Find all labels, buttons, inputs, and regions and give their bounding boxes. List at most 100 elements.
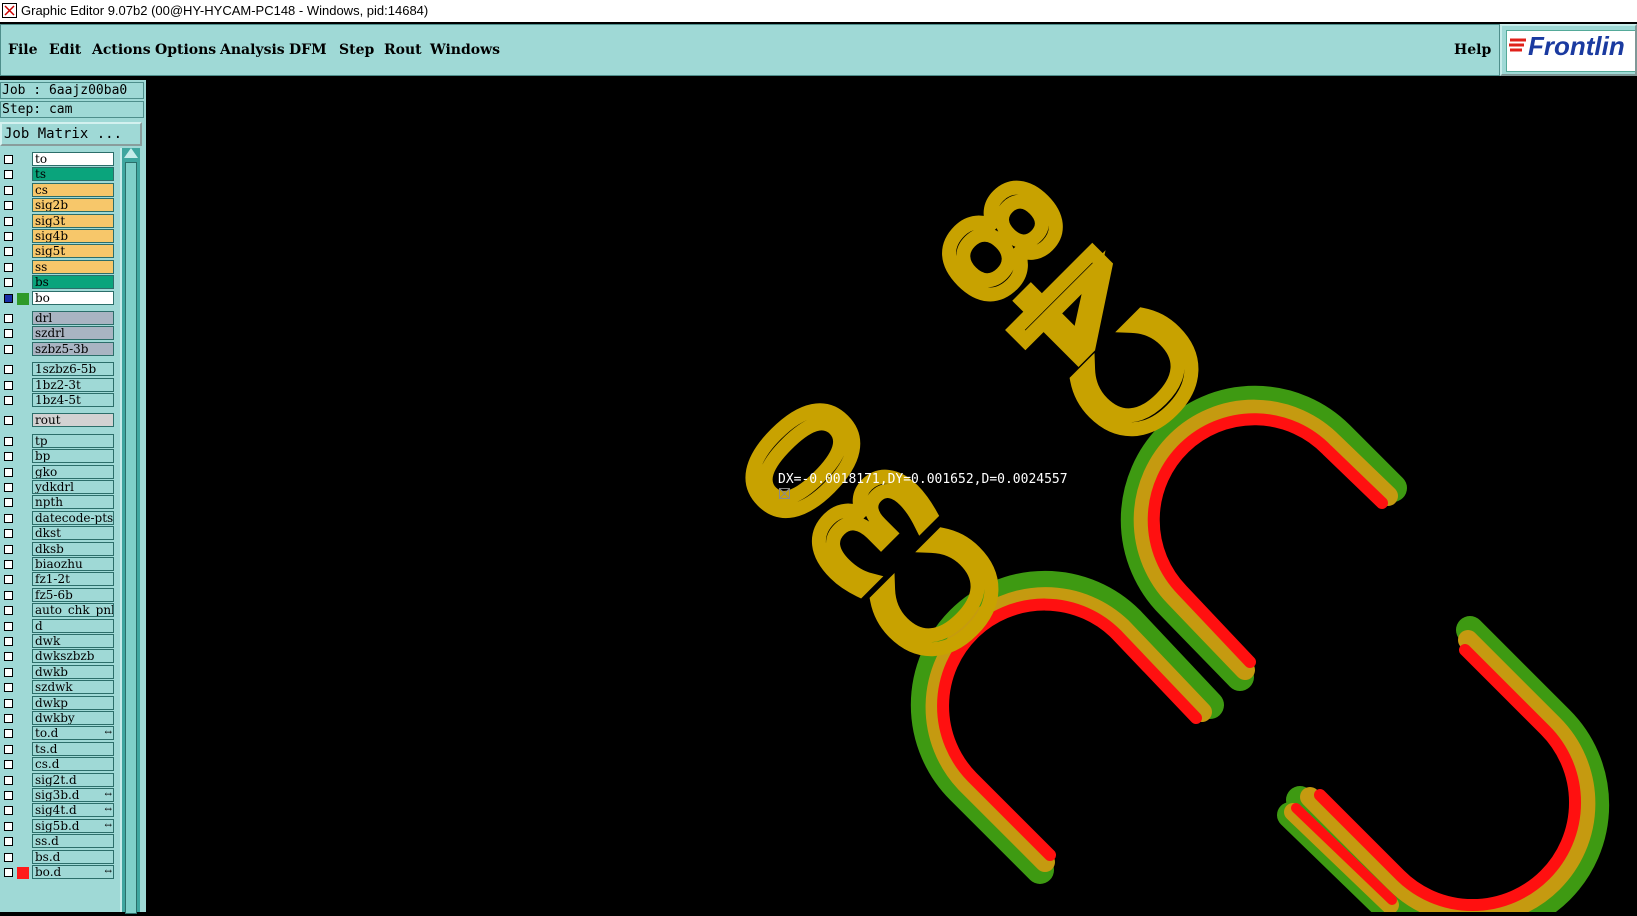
layer-row[interactable]: dkst bbox=[0, 526, 118, 541]
layer-checkbox[interactable] bbox=[4, 380, 13, 390]
layer-checkbox[interactable] bbox=[4, 513, 13, 523]
layer-row[interactable]: auto_chk_pnl bbox=[0, 603, 118, 618]
layer-name[interactable]: auto_chk_pnl bbox=[32, 603, 114, 618]
layer-checkbox[interactable] bbox=[4, 232, 13, 241]
layer-name[interactable]: drl bbox=[32, 311, 114, 325]
layer-checkbox[interactable] bbox=[4, 760, 13, 770]
layer-row[interactable]: szdrl bbox=[0, 326, 118, 341]
layer-checkbox[interactable] bbox=[4, 852, 13, 862]
layer-checkbox[interactable] bbox=[4, 837, 13, 847]
layer-row[interactable]: tp bbox=[0, 433, 118, 449]
layer-name[interactable]: bs.d bbox=[32, 849, 114, 864]
menu-dfm[interactable]: DFM bbox=[289, 42, 327, 58]
layer-name[interactable]: npth bbox=[32, 495, 114, 510]
menu-analysis[interactable]: Analysis bbox=[220, 42, 285, 58]
layer-checkbox[interactable] bbox=[4, 155, 13, 164]
layer-checkbox[interactable] bbox=[4, 278, 13, 288]
layer-name[interactable]: to bbox=[32, 152, 114, 166]
layer-row[interactable]: sig4t.d ↔ bbox=[0, 803, 118, 818]
layer-checkbox[interactable] bbox=[4, 606, 13, 616]
layer-name[interactable]: dksb bbox=[32, 541, 114, 556]
layer-name[interactable]: cs.d bbox=[32, 757, 114, 772]
layer-name[interactable]: cs bbox=[32, 182, 114, 197]
layer-checkbox[interactable] bbox=[4, 621, 13, 631]
layer-row[interactable]: bs bbox=[0, 275, 118, 290]
layer-name[interactable]: sig5b.d bbox=[32, 818, 114, 833]
layer-name[interactable]: dwk bbox=[32, 634, 114, 648]
layer-name[interactable]: bo bbox=[32, 290, 114, 305]
menu-options[interactable]: Options bbox=[155, 42, 216, 58]
menu-step[interactable]: Step bbox=[339, 42, 374, 58]
layer-name[interactable]: dwkby bbox=[32, 711, 114, 725]
layer-row[interactable]: ss.d bbox=[0, 834, 118, 849]
layer-name[interactable]: sig4t.d bbox=[32, 803, 114, 818]
layer-checkbox[interactable] bbox=[4, 170, 13, 180]
layer-name[interactable]: sig5t bbox=[32, 244, 114, 259]
layer-name[interactable]: gko bbox=[32, 464, 114, 479]
layer-name[interactable]: szdrl bbox=[32, 326, 114, 341]
layer-row[interactable]: sig2t.d bbox=[0, 772, 118, 788]
layer-name[interactable]: dwkszbzb bbox=[32, 649, 114, 664]
layer-checkbox[interactable] bbox=[4, 698, 13, 708]
layer-row[interactable]: bp bbox=[0, 449, 118, 464]
layer-checkbox[interactable] bbox=[4, 683, 13, 693]
layer-checkbox[interactable] bbox=[4, 436, 13, 446]
layer-checkbox[interactable] bbox=[4, 247, 13, 257]
layer-checkbox[interactable] bbox=[4, 806, 13, 816]
layer-checkbox[interactable] bbox=[4, 329, 13, 339]
layer-name[interactable]: sig3b.d bbox=[32, 788, 114, 802]
layer-row[interactable]: dwk bbox=[0, 634, 118, 649]
layer-checkbox[interactable] bbox=[4, 590, 13, 600]
layer-checkbox[interactable] bbox=[4, 467, 13, 477]
layer-name[interactable]: dwkb bbox=[32, 664, 114, 679]
layer-row[interactable]: datecode-pts bbox=[0, 510, 118, 526]
layer-row[interactable]: dwkb bbox=[0, 664, 118, 680]
menu-rout[interactable]: Rout bbox=[384, 42, 422, 58]
layer-name[interactable]: bo.d bbox=[32, 865, 114, 879]
layer-checkbox[interactable] bbox=[4, 452, 13, 462]
layer-checkbox[interactable] bbox=[4, 791, 13, 800]
layer-row[interactable]: dwkp bbox=[0, 695, 118, 711]
layer-checkbox[interactable] bbox=[4, 775, 13, 785]
layer-name[interactable]: 1bz4-5t bbox=[32, 393, 114, 407]
layer-row[interactable]: sig3t bbox=[0, 213, 118, 229]
layer-row[interactable]: szdwk bbox=[0, 680, 118, 695]
layer-row[interactable]: fz1-2t bbox=[0, 572, 118, 587]
layer-checkbox[interactable] bbox=[4, 344, 13, 354]
menu-edit[interactable]: Edit bbox=[49, 42, 81, 58]
layer-row[interactable]: sig5t bbox=[0, 244, 118, 259]
layer-row[interactable]: sig2b bbox=[0, 198, 118, 213]
layer-checkbox[interactable] bbox=[4, 293, 13, 303]
layer-checkbox[interactable] bbox=[4, 560, 13, 569]
layer-name[interactable]: ss bbox=[32, 259, 114, 274]
layer-checkbox[interactable] bbox=[4, 821, 13, 831]
layer-checkbox[interactable] bbox=[4, 201, 13, 211]
layer-name[interactable]: dkst bbox=[32, 526, 114, 541]
layer-row[interactable]: cs bbox=[0, 182, 118, 198]
layer-row[interactable]: d bbox=[0, 618, 118, 634]
layer-row[interactable]: dksb bbox=[0, 541, 118, 557]
layer-checkbox[interactable] bbox=[4, 216, 13, 226]
layer-checkbox[interactable] bbox=[4, 652, 13, 662]
layer-name[interactable]: to.d bbox=[32, 726, 114, 741]
layer-checkbox[interactable] bbox=[4, 637, 13, 646]
layer-row[interactable]: sig3b.d ↔ bbox=[0, 788, 118, 803]
layer-name[interactable]: ts.d bbox=[32, 741, 114, 756]
layer-list-scrollbar[interactable] bbox=[120, 148, 140, 914]
layer-name[interactable]: 1bz2-3t bbox=[32, 377, 114, 392]
layer-name[interactable]: sig4b bbox=[32, 229, 114, 243]
layer-checkbox[interactable] bbox=[4, 314, 13, 323]
layer-checkbox[interactable] bbox=[4, 544, 13, 554]
layer-row[interactable]: drl bbox=[0, 311, 118, 326]
layer-checkbox[interactable] bbox=[4, 396, 13, 405]
layer-name[interactable]: bs bbox=[32, 275, 114, 290]
layer-checkbox[interactable] bbox=[4, 744, 13, 754]
layer-name[interactable]: d bbox=[32, 618, 114, 633]
layer-row[interactable]: npth bbox=[0, 495, 118, 510]
scroll-up-arrow-icon[interactable] bbox=[124, 148, 138, 158]
layer-name[interactable]: biaozhu bbox=[32, 557, 114, 571]
layer-row[interactable]: szbz5-3b bbox=[0, 341, 118, 357]
menu-help[interactable]: Help bbox=[1454, 42, 1491, 58]
layer-row[interactable]: bo bbox=[0, 290, 118, 306]
layer-checkbox[interactable] bbox=[4, 498, 13, 508]
